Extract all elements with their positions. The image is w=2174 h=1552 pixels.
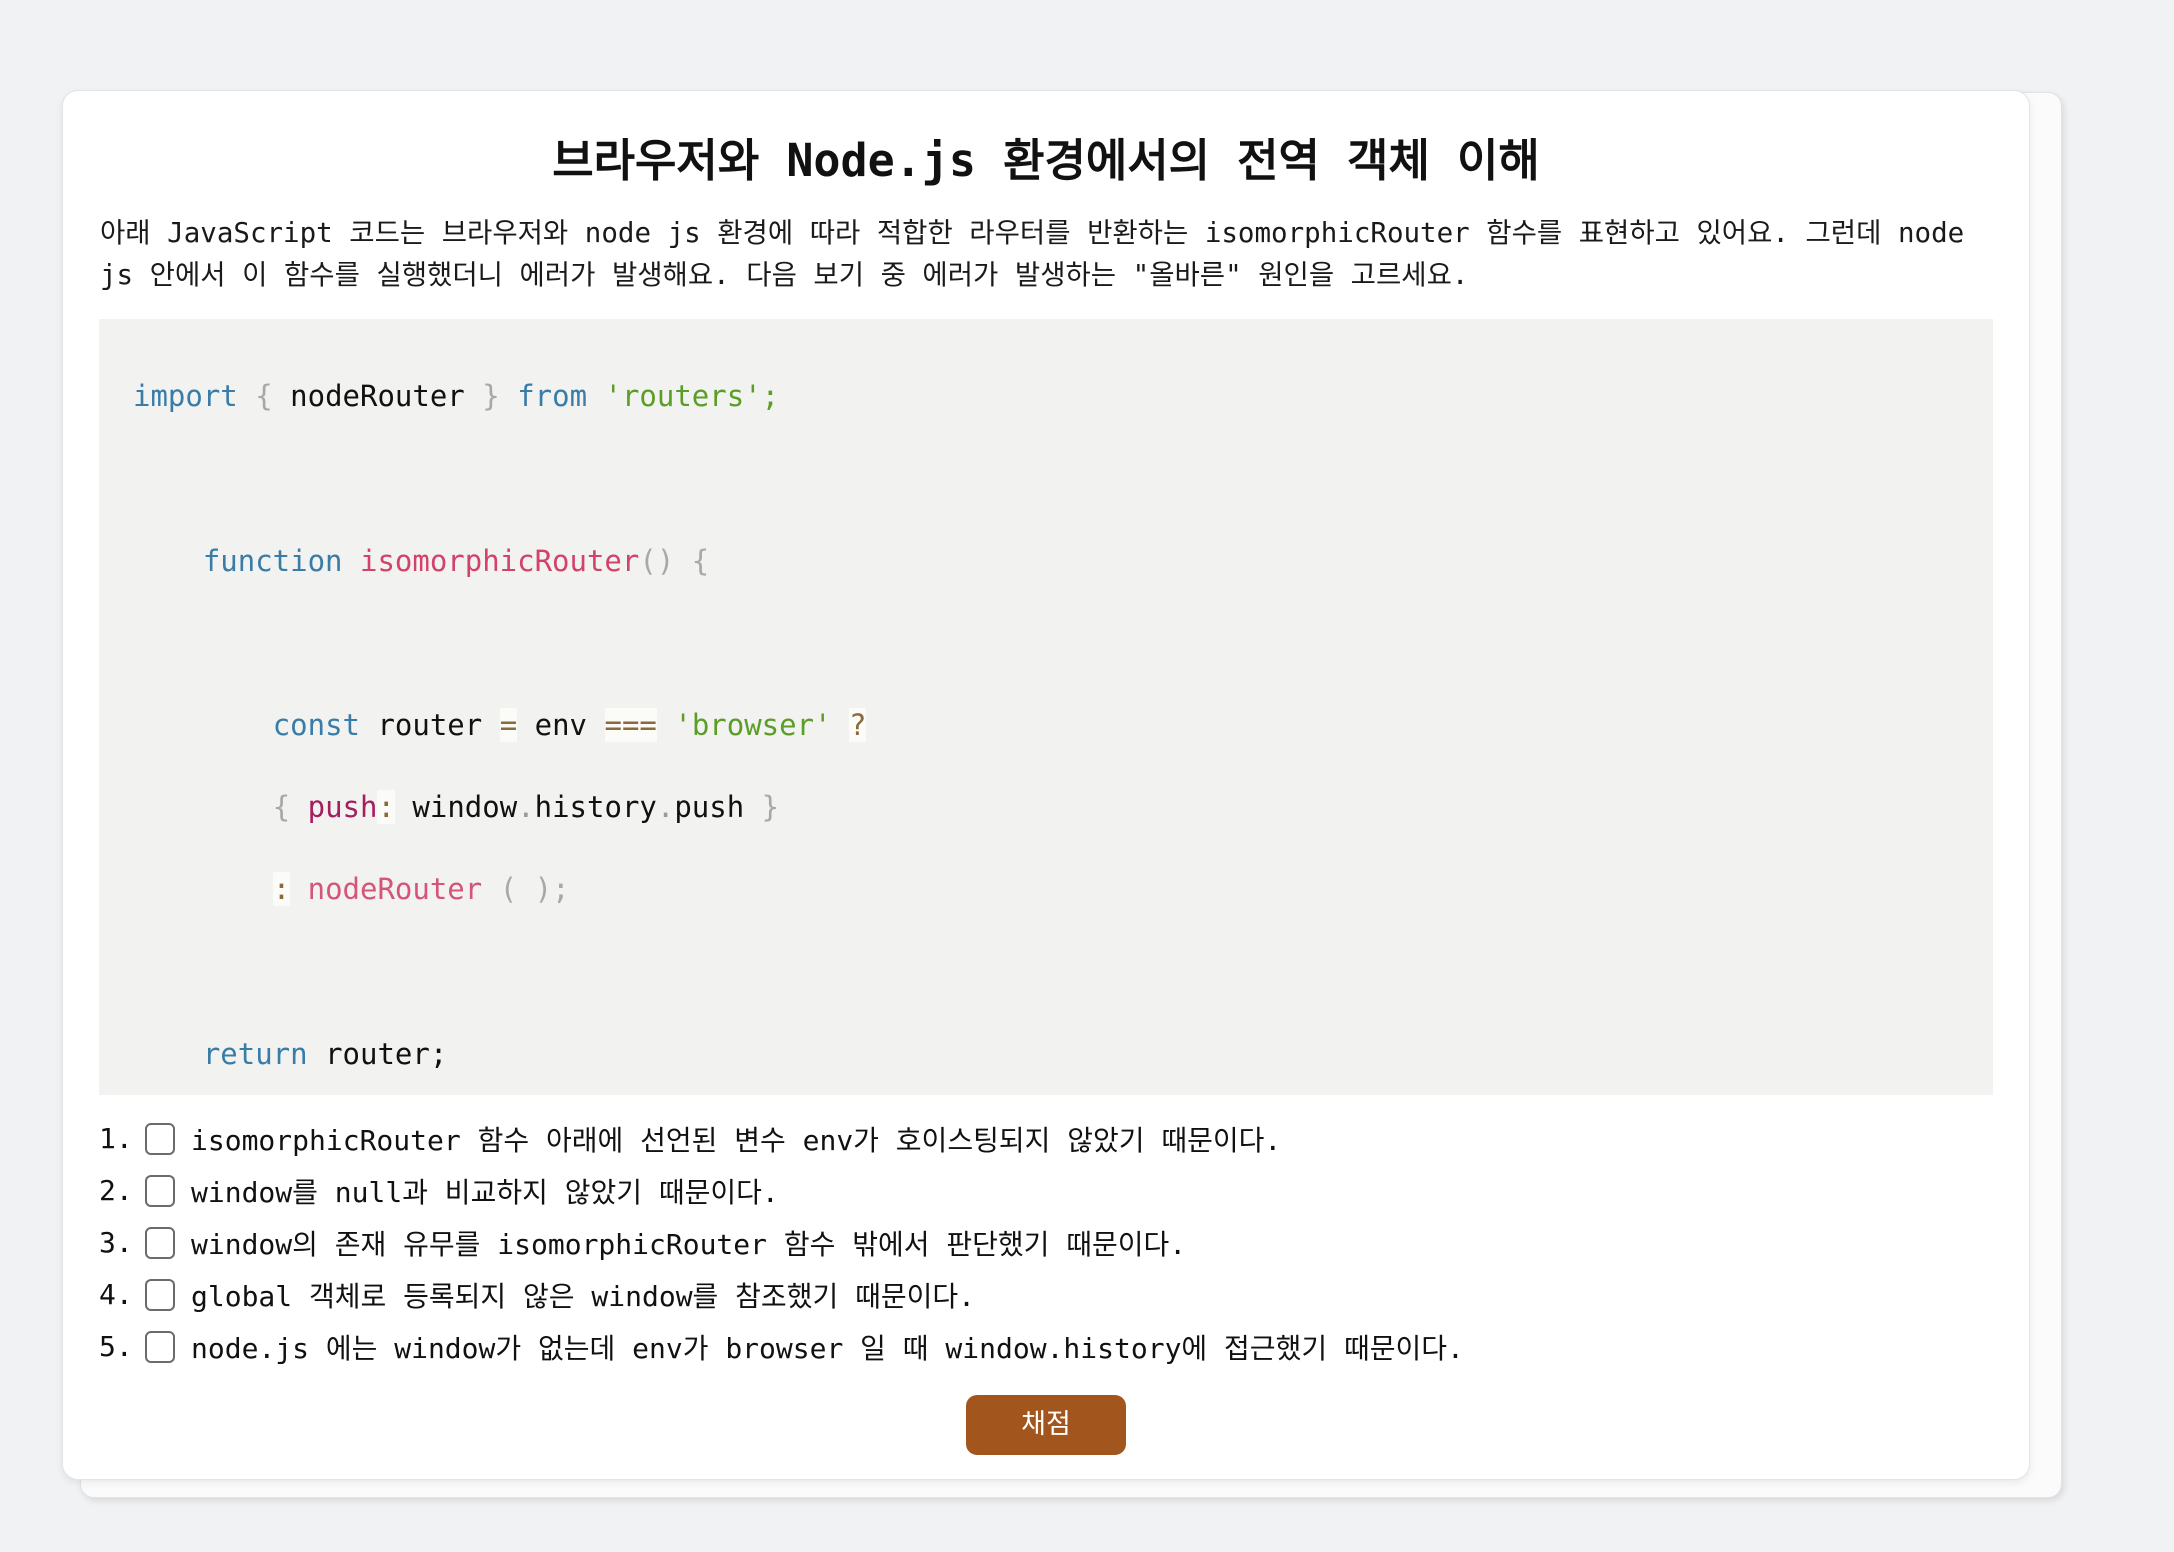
- code-line-const-router: const router = env === 'browser' ?: [133, 707, 1959, 756]
- token-call-parens: ( );: [499, 872, 570, 907]
- token-routers-string: 'routers';: [604, 379, 780, 414]
- code-line-function: function isomorphicRouter() {: [133, 544, 1959, 592]
- token-const: const: [272, 707, 360, 742]
- option-label-4: global 객체로 등록되지 않은 window를 참조했기 때문이다.: [191, 1279, 975, 1313]
- token-colon-2: :: [272, 872, 291, 907]
- token-return: return: [202, 1036, 308, 1071]
- token-env-var: env: [534, 707, 588, 742]
- option-checkbox-1[interactable]: [145, 1122, 175, 1155]
- token-dot-2: .: [656, 790, 675, 825]
- token-window: window: [412, 790, 518, 825]
- token-node-router-call: nodeRouter: [307, 872, 483, 907]
- prompt-line-1: 아래 JavaScript 코드는 브라우저와 node js 환경에 따라 적…: [100, 217, 1882, 250]
- token-isomorphic-router: isomorphicRouter: [360, 543, 640, 578]
- token-brace-open: {: [255, 379, 273, 414]
- option-number-3: 3.: [99, 1226, 133, 1260]
- option-number-1: 1.: [99, 1122, 133, 1156]
- token-node-router: nodeRouter: [290, 379, 465, 414]
- option-checkbox-5[interactable]: [145, 1330, 175, 1363]
- code-line-blank-2: [133, 626, 1959, 674]
- option-row-2[interactable]: 2. window를 null과 비교하지 않았기 때문이다.: [99, 1165, 1993, 1217]
- token-history: history: [534, 790, 657, 825]
- token-browser-string: 'browser': [674, 707, 832, 742]
- option-number-2: 2.: [99, 1174, 133, 1208]
- page-stage: 브라우저와 Node.js 환경에서의 전역 객체 이해 아래 JavaScri…: [0, 0, 2174, 1552]
- option-label-5: node.js 에는 window가 없는데 env가 browser 일 때 …: [191, 1331, 1464, 1365]
- token-obj-close: }: [761, 790, 780, 825]
- token-function: function: [202, 543, 343, 578]
- option-label-2: window를 null과 비교하지 않았기 때문이다.: [191, 1175, 779, 1209]
- token-colon: :: [377, 790, 395, 825]
- token-obj-open: {: [272, 790, 291, 825]
- token-push-member: push: [674, 790, 745, 825]
- option-row-1[interactable]: 1. isomorphicRouter 함수 아래에 선언된 변수 env가 호…: [99, 1113, 1993, 1165]
- token-brace-close: }: [482, 379, 500, 414]
- token-assign: =: [499, 707, 518, 742]
- code-line-return: return router;: [133, 1037, 1959, 1085]
- token-import: import: [133, 379, 238, 414]
- code-line-blank-3: [133, 955, 1959, 1003]
- option-row-5[interactable]: 5. node.js 에는 window가 없는데 env가 browser 일…: [99, 1321, 1993, 1373]
- option-label-3: window의 존재 유무를 isomorphicRouter 함수 밖에서 판…: [191, 1227, 1187, 1261]
- page-title: 브라우저와 Node.js 환경에서의 전역 객체 이해: [552, 134, 1540, 187]
- token-router-ret: router;: [325, 1036, 448, 1071]
- option-checkbox-4[interactable]: [145, 1278, 175, 1311]
- token-push-key: push: [307, 790, 378, 825]
- token-from: from: [517, 379, 588, 414]
- code-line-push-object: { push: window.history.push }: [133, 790, 1959, 838]
- submit-area: 채점: [99, 1394, 1993, 1455]
- token-parens: (): [639, 543, 675, 578]
- question-prompt: 아래 JavaScript 코드는 브라우저와 node js 환경에 따라 적…: [99, 213, 1993, 297]
- option-label-1: isomorphicRouter 함수 아래에 선언된 변수 env가 호이스팅…: [191, 1123, 1282, 1157]
- token-open-curly: {: [691, 543, 710, 578]
- option-number-4: 4.: [99, 1278, 133, 1312]
- token-strict-eq: ===: [604, 707, 657, 742]
- options-list: 1. isomorphicRouter 함수 아래에 선언된 변수 env가 호…: [99, 1113, 1993, 1373]
- token-dot-1: .: [517, 790, 535, 825]
- option-checkbox-3[interactable]: [145, 1226, 175, 1259]
- code-line-import: import { nodeRouter } from 'routers';: [133, 379, 1959, 427]
- code-line-blank-1: [133, 461, 1959, 509]
- option-checkbox-2[interactable]: [145, 1174, 175, 1207]
- token-question: ?: [848, 707, 867, 742]
- option-number-5: 5.: [99, 1330, 133, 1364]
- option-row-4[interactable]: 4. global 객체로 등록되지 않은 window를 참조했기 때문이다.: [99, 1269, 1993, 1321]
- token-router-var: router: [377, 707, 483, 742]
- code-line-node-router-call: : nodeRouter ( );: [133, 872, 1959, 920]
- option-row-3[interactable]: 3. window의 존재 유무를 isomorphicRouter 함수 밖에…: [99, 1217, 1993, 1269]
- grade-button[interactable]: 채점: [966, 1394, 1126, 1455]
- quiz-card: 브라우저와 Node.js 환경에서의 전역 객체 이해 아래 JavaScri…: [62, 90, 2030, 1480]
- code-block: import { nodeRouter } from 'routers'; fu…: [99, 318, 1993, 1095]
